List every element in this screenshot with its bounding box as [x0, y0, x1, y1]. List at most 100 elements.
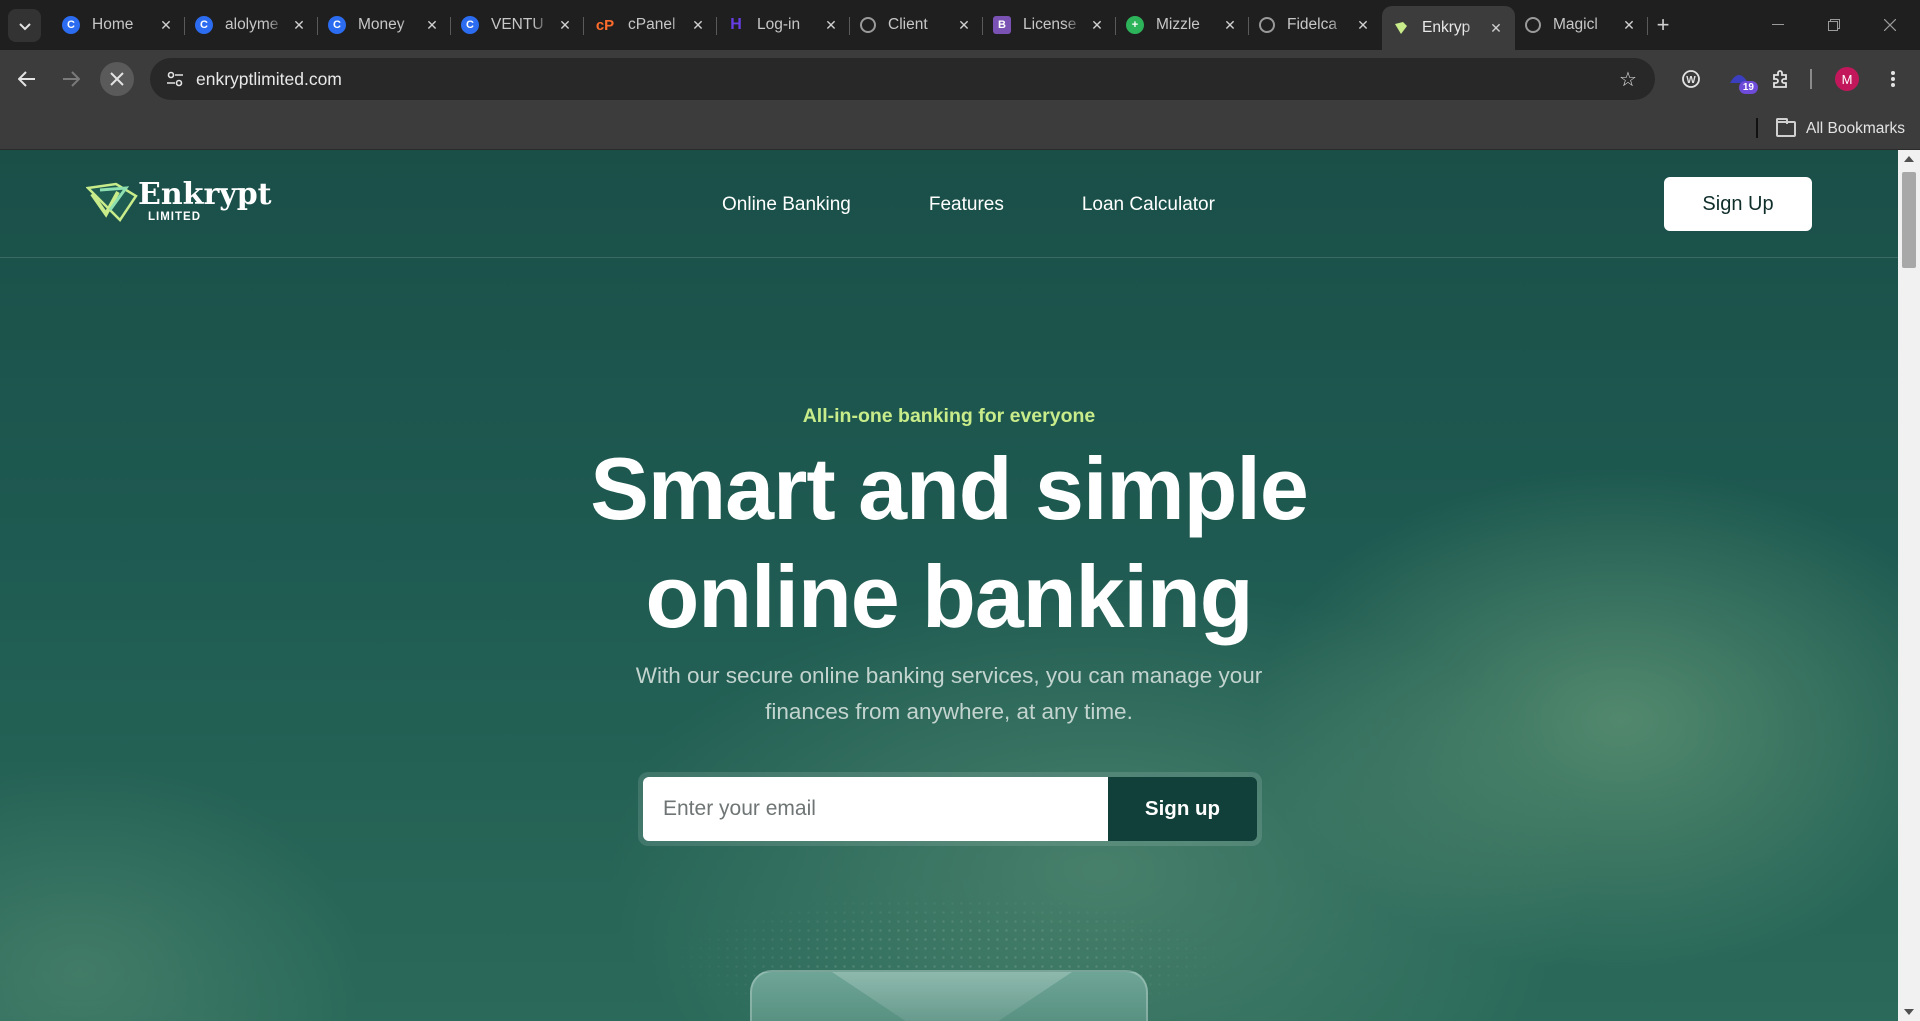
email-input[interactable]: [643, 777, 1108, 841]
browser-toolbar: enkryptlimited.com ☆ W 19 M: [0, 50, 1920, 108]
tab-search-button[interactable]: [8, 9, 41, 42]
hero-headline: Smart and simple online banking: [0, 435, 1898, 651]
tab[interactable]: C Money ✕: [318, 6, 451, 44]
page-scrollbar[interactable]: [1898, 150, 1920, 1021]
browser-menu-icon[interactable]: [1876, 62, 1910, 96]
tab[interactable]: Client ✕: [850, 6, 983, 44]
folder-icon: [1776, 118, 1796, 137]
close-icon: [110, 72, 124, 86]
close-tab-icon[interactable]: ✕: [423, 16, 441, 34]
forward-button[interactable]: [54, 62, 88, 96]
site-header: Enkrypt LIMITED Online Banking Features …: [0, 150, 1898, 258]
close-tab-icon[interactable]: ✕: [1487, 19, 1505, 37]
chevron-down-icon: [18, 18, 31, 34]
site-info-icon[interactable]: [160, 64, 190, 94]
hero-headline-line-2: online banking: [645, 547, 1254, 646]
tab-divider: [1647, 17, 1648, 35]
toolbar-divider: [1810, 69, 1812, 89]
close-tab-icon[interactable]: ✕: [1354, 16, 1372, 34]
tab[interactable]: + Mizzle ✕: [1116, 6, 1249, 44]
tab[interactable]: Calolyme ✕: [185, 6, 318, 44]
close-tab-icon[interactable]: ✕: [689, 16, 707, 34]
minimize-button[interactable]: [1750, 0, 1806, 50]
bootstrap-icon: B: [993, 16, 1011, 34]
tab[interactable]: C Home ✕: [52, 6, 185, 44]
hostinger-icon: H: [730, 16, 742, 33]
tab-title: License: [1023, 16, 1077, 33]
tab[interactable]: Enkryp ✕: [1382, 6, 1515, 50]
scroll-down-arrow-icon[interactable]: [1904, 1009, 1914, 1015]
svg-text:W: W: [1686, 75, 1696, 86]
tab-title: VENTU: [491, 16, 544, 33]
main-nav: Online Banking Features Loan Calculator: [722, 194, 1293, 216]
url-text[interactable]: enkryptlimited.com: [196, 69, 342, 90]
extension-count-badge: 19: [1738, 81, 1758, 94]
tab-list: C Home ✕ Calolyme ✕ C Money ✕ C VENTU ✕ cP cPanel ✕ H L…: [52, 6, 1648, 50]
globe-icon: [1259, 17, 1275, 33]
c-logo-icon: C: [62, 16, 80, 34]
close-tab-icon[interactable]: ✕: [1620, 16, 1638, 34]
tab-title: Mizzle: [1156, 16, 1200, 33]
extension-badge-icon[interactable]: 19: [1722, 62, 1758, 96]
tab[interactable]: cP cPanel ✕: [584, 6, 717, 44]
tab[interactable]: B License ✕: [983, 6, 1116, 44]
bookmark-star-icon[interactable]: ☆: [1613, 64, 1643, 94]
bookmarks-bar: All Bookmarks: [0, 108, 1920, 150]
close-tab-icon[interactable]: ✕: [955, 16, 973, 34]
tab-strip: C Home ✕ Calolyme ✕ C Money ✕ C VENTU ✕ cP cPanel ✕ H L…: [0, 0, 1920, 50]
globe-icon: [860, 17, 876, 33]
tab-title: Client: [888, 16, 928, 33]
scrollbar-thumb[interactable]: [1902, 172, 1916, 268]
c-logo-icon: C: [461, 16, 479, 34]
tab-title: Magicl: [1553, 16, 1598, 33]
extensions-puzzle-icon[interactable]: [1764, 62, 1798, 96]
address-bar[interactable]: enkryptlimited.com ☆: [150, 58, 1655, 100]
stop-loading-button[interactable]: [100, 62, 134, 96]
restore-button[interactable]: [1806, 0, 1862, 50]
globe-icon: [1525, 17, 1541, 33]
logo-subtitle: LIMITED: [148, 211, 201, 224]
tab-title: Fidelca: [1287, 16, 1337, 33]
avatar: M: [1835, 67, 1859, 91]
nav-features[interactable]: Features: [929, 194, 1004, 216]
hero-eyebrow: All-in-one banking for everyone: [802, 405, 1096, 427]
tab[interactable]: H Log-in ✕: [717, 6, 850, 44]
enkrypt-logo-icon: [86, 182, 138, 222]
tab-title: cPanel: [628, 16, 676, 33]
tab[interactable]: Magicl ✕: [1515, 6, 1648, 44]
close-window-button[interactable]: [1862, 0, 1918, 50]
email-signup-form: Sign up: [638, 772, 1262, 846]
tab[interactable]: C VENTU ✕: [451, 6, 584, 44]
close-tab-icon[interactable]: ✕: [290, 16, 308, 34]
nav-online-banking[interactable]: Online Banking: [722, 194, 851, 216]
new-tab-button[interactable]: +: [1650, 12, 1676, 38]
back-button[interactable]: [10, 62, 44, 96]
close-tab-icon[interactable]: ✕: [822, 16, 840, 34]
tab-title: Enkryp: [1422, 19, 1471, 36]
c-logo-icon: C: [328, 16, 346, 34]
app-mockup-image: [750, 970, 1148, 1021]
profile-button[interactable]: M: [1830, 62, 1864, 96]
close-tab-icon[interactable]: ✕: [1088, 16, 1106, 34]
tab-title: Log-in: [757, 16, 801, 33]
logo-name: Enkrypt: [138, 177, 272, 213]
cpanel-icon: cP: [595, 16, 615, 34]
scroll-up-arrow-icon[interactable]: [1904, 156, 1914, 162]
close-tab-icon[interactable]: ✕: [157, 16, 175, 34]
arrow-left-icon: [18, 71, 35, 87]
all-bookmarks-label: All Bookmarks: [1806, 120, 1906, 137]
close-tab-icon[interactable]: ✕: [1221, 16, 1239, 34]
site-logo[interactable]: Enkrypt LIMITED: [86, 180, 272, 224]
sign-up-button[interactable]: Sign Up: [1664, 177, 1812, 231]
page-viewport: Enkrypt LIMITED Online Banking Features …: [0, 150, 1898, 1021]
nav-loan-calculator[interactable]: Loan Calculator: [1082, 194, 1215, 216]
close-tab-icon[interactable]: ✕: [556, 16, 574, 34]
extension-w-icon[interactable]: W: [1674, 62, 1708, 96]
email-signup-button[interactable]: Sign up: [1108, 777, 1257, 841]
arrow-right-icon: [63, 71, 80, 87]
mizzle-icon: +: [1126, 16, 1144, 34]
tab-title: alolyme: [225, 16, 279, 33]
tab-title: Home: [92, 16, 134, 33]
all-bookmarks-button[interactable]: All Bookmarks: [1776, 116, 1905, 142]
tab[interactable]: Fidelca ✕: [1249, 6, 1382, 44]
